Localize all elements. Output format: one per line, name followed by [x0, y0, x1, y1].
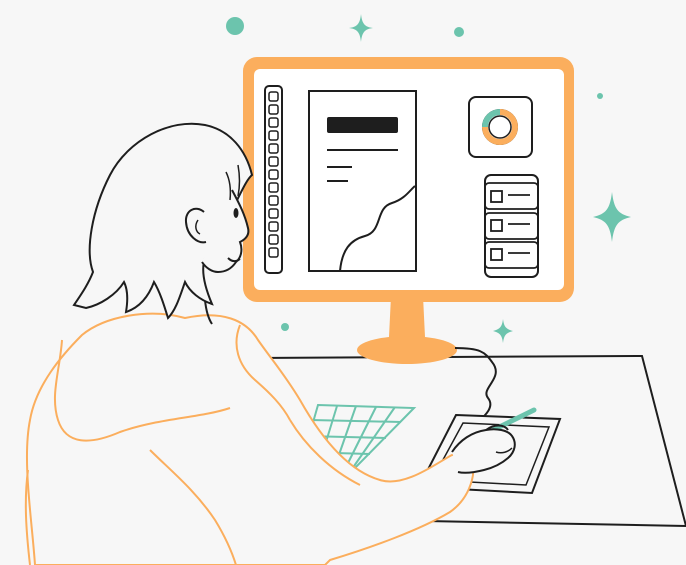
- illustration-scene: [0, 0, 686, 565]
- dot-icon: [281, 323, 289, 331]
- sparkle-icon: [493, 319, 513, 343]
- sparkle-icon: [593, 192, 631, 242]
- screen-document: [308, 90, 417, 272]
- monitor: [243, 57, 574, 302]
- donut-widget: [468, 96, 533, 158]
- checklist-widget: [484, 174, 539, 278]
- sparkle-icon: [349, 14, 373, 42]
- screen-toolbar: [264, 85, 283, 274]
- dot-icon: [226, 17, 244, 35]
- dot-icon: [597, 93, 603, 99]
- dot-icon: [454, 27, 464, 37]
- monitor-stand: [357, 296, 457, 364]
- eye: [233, 208, 239, 218]
- illustration-canvas: [24, 14, 686, 565]
